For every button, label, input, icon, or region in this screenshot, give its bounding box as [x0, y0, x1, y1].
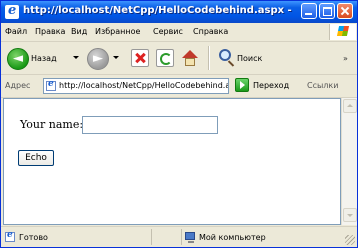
status-text: Готово — [19, 233, 48, 242]
echo-button[interactable]: Echo — [18, 150, 54, 166]
menu-view[interactable]: Вид — [71, 27, 87, 36]
toolbar-separator — [208, 46, 210, 70]
minimize-button[interactable] — [301, 3, 317, 19]
status-bar: Готово Мой компьютер — [1, 226, 357, 247]
toolbar-more-icon[interactable]: » — [343, 54, 348, 63]
title-bar[interactable]: http://localhost/NetCpp/HelloCodebehind.… — [1, 1, 357, 23]
menu-bar: Файл Правка Вид Избранное Сервис Справка — [1, 23, 357, 42]
refresh-icon[interactable] — [156, 49, 174, 67]
go-arrow-icon[interactable] — [235, 78, 249, 92]
back-button[interactable]: ◄ — [7, 48, 29, 70]
address-bar: Адрес http://localhost/NetCpp/HelloCodeb… — [1, 75, 357, 98]
window-title: http://localhost/NetCpp/HelloCodebehind.… — [23, 5, 292, 16]
search-icon[interactable] — [219, 49, 231, 61]
page-icon — [46, 79, 56, 91]
address-label: Адрес — [5, 81, 31, 90]
back-dropdown-icon[interactable] — [73, 56, 79, 59]
menu-file[interactable]: Файл — [5, 27, 27, 36]
status-cell — [151, 229, 181, 245]
links-label[interactable]: Ссылки — [307, 81, 338, 90]
page-content: Your name: Echo — [3, 98, 341, 225]
address-input[interactable]: http://localhost/NetCpp/HelloCodebehind.… — [43, 78, 229, 94]
computer-icon — [185, 232, 195, 243]
scroll-down-icon[interactable] — [343, 208, 357, 222]
browser-window: http://localhost/NetCpp/HelloCodebehind.… — [0, 0, 358, 248]
windows-logo-icon — [329, 24, 356, 40]
status-page-icon — [5, 230, 15, 242]
menu-tools[interactable]: Сервис — [153, 27, 183, 36]
search-label[interactable]: Поиск — [237, 54, 262, 63]
forward-arrow-icon: ► — [93, 51, 103, 66]
forward-dropdown-icon[interactable] — [113, 56, 119, 59]
scroll-up-icon[interactable] — [343, 99, 357, 113]
menu-edit[interactable]: Правка — [35, 27, 65, 36]
vertical-scrollbar[interactable] — [341, 98, 357, 225]
menu-help[interactable]: Справка — [193, 27, 228, 36]
name-input[interactable] — [82, 116, 218, 134]
close-button[interactable] — [337, 3, 353, 19]
menu-favorites[interactable]: Избранное — [95, 27, 140, 36]
back-label[interactable]: Назад — [31, 54, 57, 63]
forward-button[interactable]: ► — [87, 48, 109, 70]
home-icon[interactable] — [181, 49, 199, 67]
toolbar: ◄ Назад ► Поиск » — [1, 42, 357, 75]
stop-icon[interactable] — [131, 49, 149, 67]
back-arrow-icon: ◄ — [13, 51, 23, 66]
resize-grip-icon[interactable] — [345, 235, 355, 245]
security-zone: Мой компьютер — [199, 233, 266, 242]
ie-icon — [5, 3, 19, 19]
address-url[interactable]: http://localhost/NetCpp/HelloCodebehind.… — [59, 81, 228, 90]
go-button[interactable]: Переход — [253, 81, 289, 90]
maximize-button[interactable] — [319, 3, 335, 19]
name-label: Your name: — [20, 118, 84, 131]
